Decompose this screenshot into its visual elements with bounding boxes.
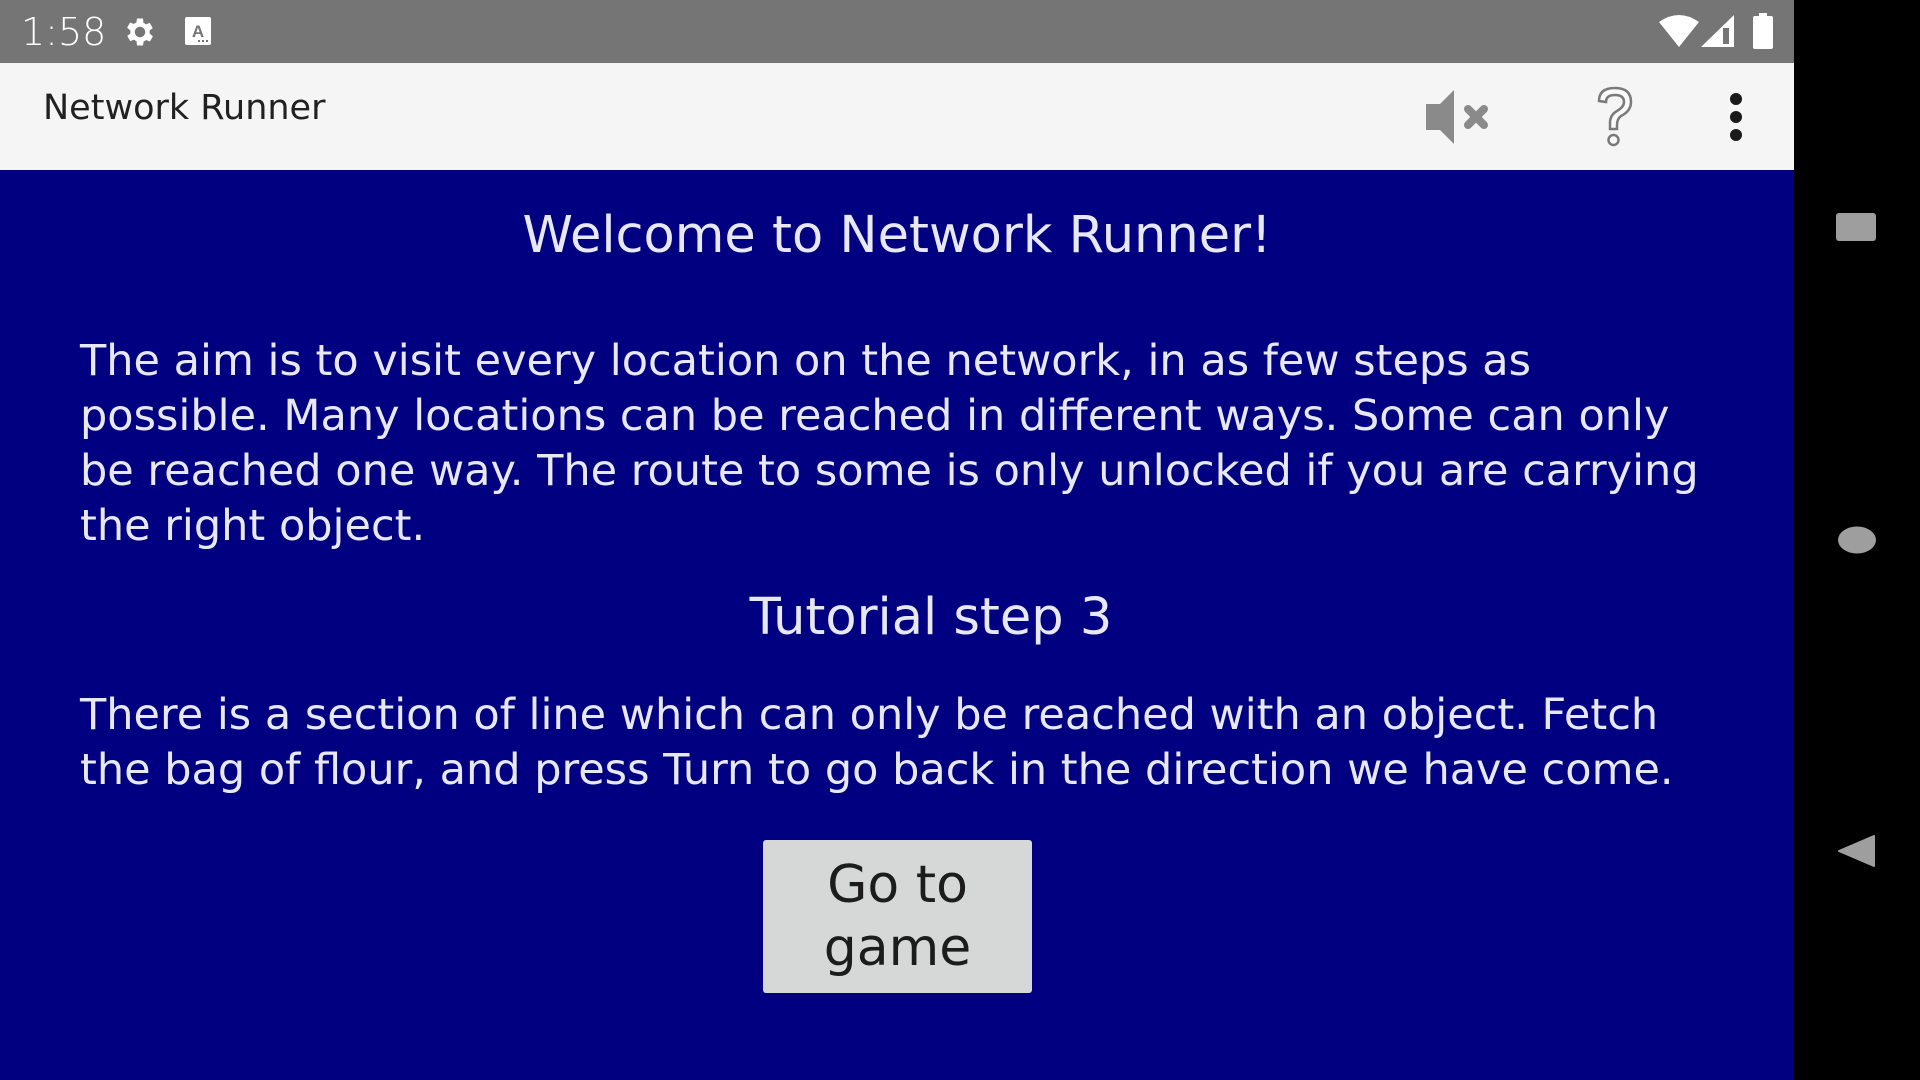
app-bar: Network Runner (0, 63, 1794, 170)
status-bar: 1:58 A (0, 0, 1794, 63)
back-icon[interactable] (1794, 788, 1920, 914)
wifi-icon (1659, 14, 1699, 53)
recents-icon[interactable] (1794, 165, 1920, 291)
app-title: Network Runner (43, 88, 326, 128)
settings-icon (122, 14, 158, 55)
welcome-heading: Welcome to Network Runner! (522, 206, 1272, 265)
go-to-game-button[interactable]: Go to game (763, 840, 1032, 993)
help-icon[interactable] (1575, 75, 1655, 159)
tutorial-content: Welcome to Network Runner! The aim is to… (0, 170, 1794, 1080)
battery-icon (1753, 13, 1773, 54)
mute-icon[interactable] (1420, 75, 1500, 159)
more-options-icon[interactable] (1696, 75, 1776, 159)
keyboard-a-icon: A (185, 17, 211, 50)
cellular-signal-icon (1701, 14, 1735, 53)
tutorial-text: There is a section of line which can onl… (80, 690, 1674, 795)
status-time: 1:58 (21, 10, 107, 54)
intro-text: The aim is to visit every location on th… (80, 336, 1699, 551)
tutorial-heading: Tutorial step 3 (749, 588, 1113, 647)
home-icon[interactable] (1794, 477, 1920, 603)
navigation-bar (1794, 0, 1920, 1080)
svg-text:A: A (192, 22, 204, 41)
